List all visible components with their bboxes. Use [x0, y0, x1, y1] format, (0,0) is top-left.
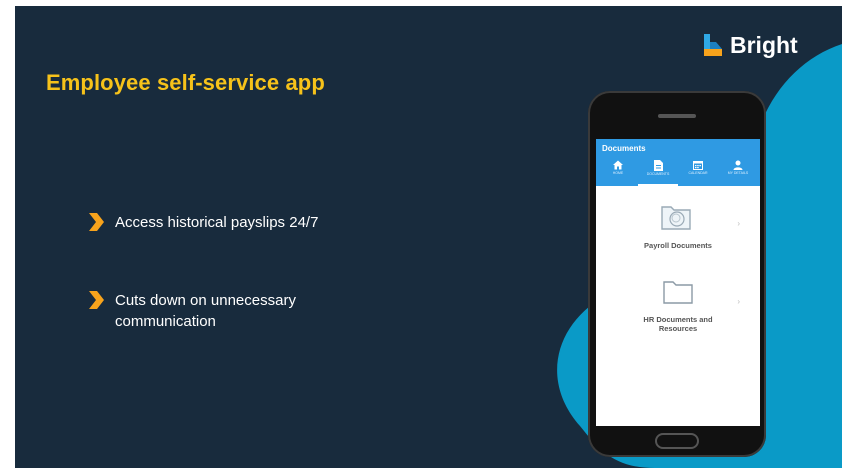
- tab-label: HOME: [612, 171, 624, 175]
- active-tab-indicator: [638, 184, 678, 186]
- chevron-right-icon: [89, 291, 104, 309]
- document-icon: [653, 160, 663, 171]
- logo-text: Bright: [730, 32, 798, 58]
- tab-label: MY DETAILS: [727, 171, 749, 175]
- bullet-text: Cuts down on unnecessary communication: [115, 292, 296, 330]
- app-bar: Documents HOME DOCUMENTS CALENDAR MY DET…: [596, 139, 760, 186]
- bright-logo-icon: [704, 33, 722, 56]
- bullet-item: Cuts down on unnecessary communication: [87, 290, 387, 332]
- bullet-text: Access historical payslips 24/7: [115, 214, 319, 231]
- tab-calendar[interactable]: CALENDAR: [678, 160, 718, 186]
- tab-label: DOCUMENTS: [646, 172, 670, 176]
- calendar-icon: [693, 161, 703, 170]
- list-item-label: HR Documents and Resources: [643, 315, 713, 333]
- phone-screen: Documents HOME DOCUMENTS CALENDAR MY DET…: [596, 139, 760, 426]
- chevron-right-icon: ›: [737, 297, 740, 306]
- bright-logo: Bright: [702, 32, 798, 59]
- phone-home-button[interactable]: [655, 433, 699, 449]
- home-icon: [613, 160, 623, 170]
- folder-icon: [663, 281, 693, 304]
- person-icon: [733, 160, 743, 170]
- list-item-hr-documents[interactable]: › HR Documents and Resources: [596, 275, 760, 350]
- chevron-right-icon: [89, 213, 104, 231]
- phone-speaker: [658, 114, 696, 118]
- chevron-right-icon: ›: [737, 219, 740, 228]
- folder-icon: [661, 206, 691, 230]
- slide: Employee self-service app Bright Access …: [0, 0, 852, 476]
- bullet-item: Access historical payslips 24/7: [87, 212, 318, 233]
- list-item-payroll-documents[interactable]: › Payroll Documents: [596, 197, 760, 272]
- tab-label: CALENDAR: [688, 171, 708, 175]
- tab-home[interactable]: HOME: [598, 160, 638, 186]
- list-item-label: Payroll Documents: [644, 241, 712, 250]
- tab-my-details[interactable]: MY DETAILS: [718, 160, 758, 186]
- app-bar-title: Documents: [602, 144, 646, 153]
- slide-title: Employee self-service app: [46, 70, 325, 95]
- tab-documents[interactable]: DOCUMENTS: [638, 160, 678, 186]
